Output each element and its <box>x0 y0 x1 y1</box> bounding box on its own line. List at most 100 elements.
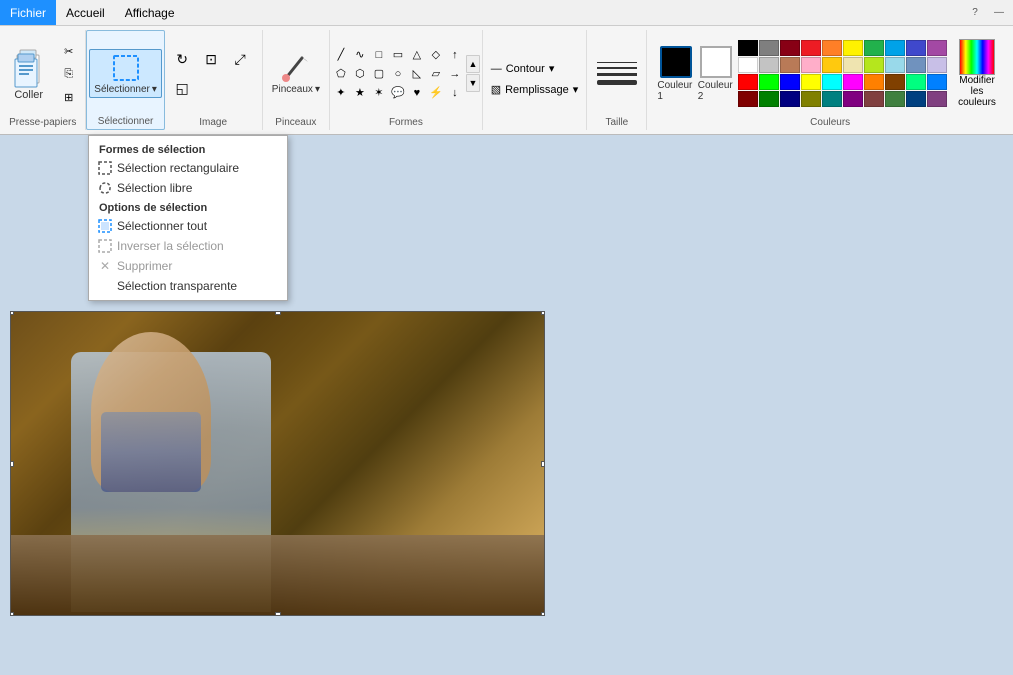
handle-br[interactable] <box>541 612 545 616</box>
free-selection-item[interactable]: Sélection libre <box>89 178 287 198</box>
scroll-up-btn[interactable]: ▲ <box>466 55 480 73</box>
transparent-selection-item[interactable]: Sélection transparente <box>89 276 287 296</box>
lightning-shape[interactable]: ⚡ <box>427 84 445 102</box>
size-3px[interactable] <box>597 73 637 76</box>
palette-color-29[interactable] <box>927 74 947 90</box>
palette-color-7[interactable] <box>885 40 905 56</box>
palette-color-36[interactable] <box>864 91 884 107</box>
handle-tr[interactable] <box>541 311 545 315</box>
rotate-btn[interactable]: ↻ <box>168 45 196 73</box>
paste-small-button[interactable]: ⊞ <box>56 87 82 109</box>
menu-fichier[interactable]: Fichier <box>0 0 56 25</box>
palette-color-12[interactable] <box>780 57 800 73</box>
scroll-down-btn[interactable]: ▼ <box>466 74 480 92</box>
triangle-shape[interactable]: △ <box>408 46 426 64</box>
palette-color-13[interactable] <box>801 57 821 73</box>
pentagon-shape[interactable]: ⬠ <box>332 65 350 83</box>
palette-color-8[interactable] <box>906 40 926 56</box>
star6-shape[interactable]: ✶ <box>370 84 388 102</box>
copy-button[interactable]: ⎘ <box>56 64 82 86</box>
rect-shape[interactable]: □ <box>370 46 388 64</box>
palette-color-14[interactable] <box>822 57 842 73</box>
palette-color-25[interactable] <box>843 74 863 90</box>
palette-color-9[interactable] <box>927 40 947 56</box>
palette-color-17[interactable] <box>885 57 905 73</box>
roundrect-shape[interactable]: ▢ <box>370 65 388 83</box>
palette-color-30[interactable] <box>738 91 758 107</box>
crop-btn[interactable]: ⊡ <box>197 45 225 73</box>
handle-tc[interactable] <box>275 311 281 315</box>
color1-box[interactable] <box>660 46 692 78</box>
palette-color-27[interactable] <box>885 74 905 90</box>
select-tool-button[interactable]: Sélectionner ▾ <box>89 49 162 98</box>
select-all-item[interactable]: Sélectionner tout <box>89 216 287 236</box>
handle-mr[interactable] <box>541 461 545 467</box>
heart-shape[interactable]: ♥ <box>408 84 426 102</box>
size-5px[interactable] <box>597 80 637 85</box>
handle-ml[interactable] <box>10 461 14 467</box>
palette-color-33[interactable] <box>801 91 821 107</box>
brushes-tool-button[interactable]: Pinceaux ▾ <box>267 49 325 98</box>
minimize-button[interactable]: — <box>989 3 1009 23</box>
palette-color-16[interactable] <box>864 57 884 73</box>
help-button[interactable]: ? <box>965 3 985 23</box>
palette-color-22[interactable] <box>780 74 800 90</box>
palette-color-11[interactable] <box>759 57 779 73</box>
handle-bl[interactable] <box>10 612 14 616</box>
palette-color-1[interactable] <box>759 40 779 56</box>
curve-shape[interactable]: ∿ <box>351 46 369 64</box>
line-shape[interactable]: ╱ <box>332 46 350 64</box>
palette-color-38[interactable] <box>906 91 926 107</box>
parallelogram-shape[interactable]: ▱ <box>427 65 445 83</box>
contour-button[interactable]: — Contour ▾ <box>486 59 584 78</box>
rect2-shape[interactable]: ▭ <box>389 46 407 64</box>
menu-accueil[interactable]: Accueil <box>56 0 115 25</box>
fill-button[interactable]: ▧ Remplissage ▾ <box>486 80 584 99</box>
size-1px[interactable] <box>597 62 637 63</box>
palette-color-21[interactable] <box>759 74 779 90</box>
skew-btn[interactable]: ◱ <box>168 74 196 102</box>
palette-color-15[interactable] <box>843 57 863 73</box>
diamond-shape[interactable]: ◇ <box>427 46 445 64</box>
handle-bc[interactable] <box>275 612 281 616</box>
palette-color-10[interactable] <box>738 57 758 73</box>
palette-color-23[interactable] <box>801 74 821 90</box>
palette-color-5[interactable] <box>843 40 863 56</box>
palette-color-28[interactable] <box>906 74 926 90</box>
star5-shape[interactable]: ★ <box>351 84 369 102</box>
star4-shape[interactable]: ✦ <box>332 84 350 102</box>
palette-color-35[interactable] <box>843 91 863 107</box>
rectangular-selection-item[interactable]: Sélection rectangulaire <box>89 158 287 178</box>
palette-color-6[interactable] <box>864 40 884 56</box>
cut-button[interactable]: ✂ <box>56 41 82 63</box>
palette-color-4[interactable] <box>822 40 842 56</box>
palette-color-20[interactable] <box>738 74 758 90</box>
palette-color-39[interactable] <box>927 91 947 107</box>
color2-box[interactable] <box>700 46 732 78</box>
menu-affichage[interactable]: Affichage <box>115 0 185 25</box>
palette-color-24[interactable] <box>822 74 842 90</box>
paste-button[interactable]: Coller <box>4 44 54 104</box>
palette-color-0[interactable] <box>738 40 758 56</box>
hex-shape[interactable]: ⬡ <box>351 65 369 83</box>
arrow-down[interactable]: ↓ <box>446 84 464 102</box>
palette-color-3[interactable] <box>801 40 821 56</box>
palette-color-2[interactable] <box>780 40 800 56</box>
palette-color-18[interactable] <box>906 57 926 73</box>
palette-color-26[interactable] <box>864 74 884 90</box>
palette-color-19[interactable] <box>927 57 947 73</box>
arrow-right[interactable]: → <box>446 65 464 83</box>
ellipse-shape[interactable]: ○ <box>389 65 407 83</box>
resize-btn[interactable]: ⤢ <box>226 45 254 73</box>
arrow-up[interactable]: ↑ <box>446 46 464 64</box>
size-2px[interactable] <box>597 67 637 69</box>
palette-color-37[interactable] <box>885 91 905 107</box>
palette-color-31[interactable] <box>759 91 779 107</box>
callout-shape[interactable]: 💬 <box>389 84 407 102</box>
modify-colors-button[interactable]: Modifier les couleurs <box>951 36 1003 111</box>
handle-tl[interactable] <box>10 311 14 315</box>
canvas-area[interactable] <box>0 301 1013 675</box>
palette-color-34[interactable] <box>822 91 842 107</box>
rtriangle-shape[interactable]: ◺ <box>408 65 426 83</box>
palette-color-32[interactable] <box>780 91 800 107</box>
